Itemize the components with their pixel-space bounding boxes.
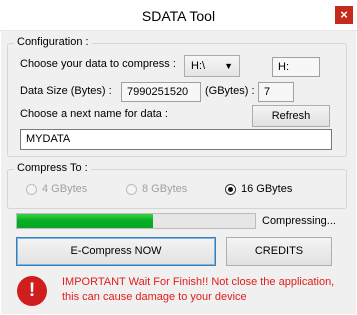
data-size-bytes-field: 7990251520 [121, 82, 201, 102]
refresh-button[interactable]: Refresh [252, 105, 330, 127]
warning-line-1: IMPORTANT Wait For Finish!! Not close th… [62, 276, 335, 288]
compress-progress-bar [16, 213, 256, 229]
progress-status-label: Compressing... [262, 215, 336, 227]
data-name-input[interactable]: MYDATA [20, 129, 332, 150]
data-size-gbytes-field: 7 [258, 82, 294, 102]
title-bar[interactable]: SDATA Tool × [0, 0, 357, 31]
radio-16-gbytes[interactable]: 16 GBytes [225, 183, 315, 199]
choose-data-label: Choose your data to compress : [20, 58, 176, 70]
radio-button-4-gbytes[interactable] [26, 184, 37, 195]
compress-progress-fill [17, 214, 153, 228]
credits-button[interactable]: CREDITS [226, 237, 332, 266]
error-icon: ! [17, 276, 47, 306]
radio-button-16-gbytes[interactable] [225, 184, 236, 195]
e-compress-now-button[interactable]: E-Compress NOW [16, 237, 216, 266]
drive-select-value: H:\ [191, 60, 206, 72]
warning-line-2: this can cause damage to your device [62, 291, 247, 303]
radio-8-gbytes[interactable]: 8 GBytes [126, 183, 206, 199]
warning-message: IMPORTANT Wait For Finish!! Not close th… [62, 275, 334, 305]
chevron-down-icon: ▼ [224, 61, 233, 71]
next-name-label: Choose a next name for data : [20, 108, 168, 120]
radio-label-8-gbytes: 8 GBytes [142, 183, 188, 195]
radio-4-gbytes[interactable]: 4 GBytes [26, 183, 106, 199]
configuration-group: Configuration : Choose your data to comp… [7, 36, 347, 157]
close-icon: × [340, 7, 348, 22]
data-size-label: Data Size (Bytes) : [20, 85, 112, 97]
drive-display-field: H: [272, 57, 320, 77]
radio-label-4-gbytes: 4 GBytes [42, 183, 88, 195]
radio-label-16-gbytes: 16 GBytes [241, 183, 293, 195]
compress-to-group-title: Compress To : [14, 162, 91, 174]
window-title: SDATA Tool [141, 8, 216, 24]
compress-to-group: Compress To : 4 GBytes 8 GBytes 16 GByte… [7, 162, 347, 209]
close-button[interactable]: × [335, 6, 353, 24]
gbytes-label: (GBytes) : [205, 85, 255, 97]
drive-select[interactable]: H:\ ▼ [184, 55, 240, 77]
configuration-group-title: Configuration : [14, 36, 92, 48]
radio-button-8-gbytes[interactable] [126, 184, 137, 195]
window-client-area: Configuration : Choose your data to comp… [1, 31, 356, 314]
